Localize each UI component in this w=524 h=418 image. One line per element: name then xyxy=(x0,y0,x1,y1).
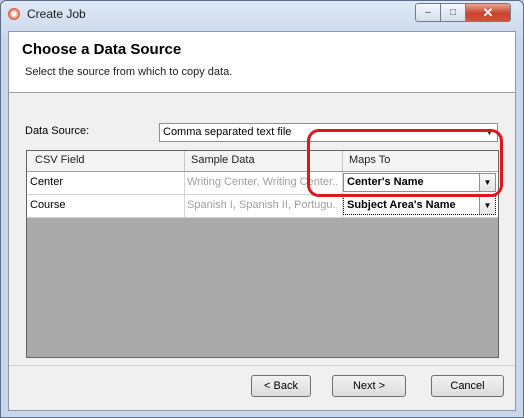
field-mapping-grid: CSV Field Sample Data Maps To Center Wri… xyxy=(26,150,499,358)
window-title: Create Job xyxy=(27,7,86,21)
cancel-button[interactable]: Cancel xyxy=(431,375,504,397)
data-source-label: Data Source: xyxy=(25,125,90,137)
page-title: Choose a Data Source xyxy=(22,41,182,58)
table-row[interactable]: Center Writing Center, Writing Center...… xyxy=(27,172,498,195)
maximize-button[interactable]: □ xyxy=(440,3,466,22)
csv-field-cell: Course xyxy=(30,199,66,211)
column-header-maps-to[interactable]: Maps To xyxy=(349,154,390,166)
back-button[interactable]: < Back xyxy=(251,375,311,397)
data-source-select[interactable]: Comma separated text file ▼ xyxy=(159,123,498,142)
cell-divider xyxy=(184,172,185,194)
close-button[interactable]: ✕ xyxy=(465,3,511,22)
page-subtitle: Select the source from which to copy dat… xyxy=(25,66,233,78)
table-row[interactable]: Course Spanish I, Spanish II, Portugu...… xyxy=(27,195,498,218)
minimize-button[interactable]: – xyxy=(415,3,441,22)
column-divider[interactable] xyxy=(184,151,185,171)
data-source-value: Comma separated text file xyxy=(163,126,292,138)
sample-data-cell: Writing Center, Writing Center... xyxy=(187,176,337,188)
next-button[interactable]: Next > xyxy=(332,375,406,397)
maps-to-value: Subject Area's Name xyxy=(347,199,456,211)
chevron-down-icon: ▼ xyxy=(479,197,495,214)
wizard-header: Choose a Data Source Select the source f… xyxy=(9,32,515,93)
dialog-body: Choose a Data Source Select the source f… xyxy=(8,31,516,411)
maps-to-select[interactable]: Center's Name ▼ xyxy=(343,173,496,192)
grid-header: CSV Field Sample Data Maps To xyxy=(27,151,498,172)
sample-data-cell: Spanish I, Spanish II, Portugu... xyxy=(187,199,337,211)
column-header-csv-field[interactable]: CSV Field xyxy=(35,154,85,166)
maps-to-select[interactable]: Subject Area's Name ▼ xyxy=(343,196,496,215)
footer-divider xyxy=(9,365,515,366)
create-job-window: Create Job – □ ✕ Choose a Data Source Se… xyxy=(0,0,524,418)
title-bar[interactable]: Create Job – □ ✕ xyxy=(1,1,523,27)
chevron-down-icon: ▼ xyxy=(485,128,494,137)
column-divider[interactable] xyxy=(342,151,343,171)
column-header-sample-data[interactable]: Sample Data xyxy=(191,154,255,166)
maps-to-value: Center's Name xyxy=(347,176,424,188)
chevron-down-icon: ▼ xyxy=(479,174,495,191)
csv-field-cell: Center xyxy=(30,176,64,188)
cell-divider xyxy=(184,195,185,217)
app-icon xyxy=(8,8,20,20)
